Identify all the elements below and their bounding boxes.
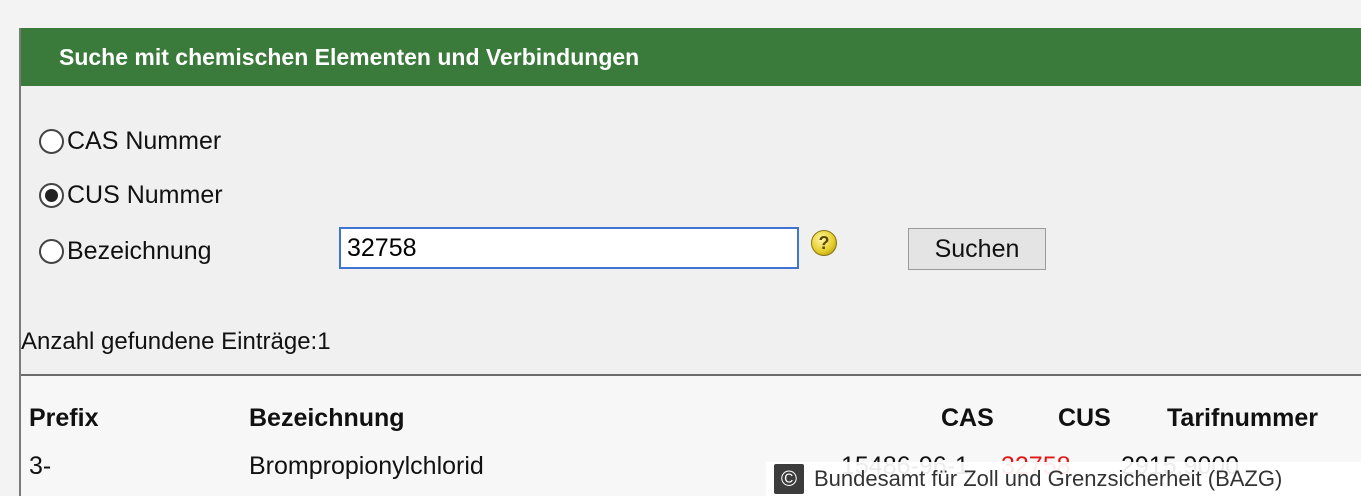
result-count: Anzahl gefundene Einträge:1 (21, 328, 331, 355)
radio-icon[interactable] (39, 238, 64, 264)
search-button[interactable]: Suchen (908, 228, 1046, 270)
table-cell-prefix: 3- (29, 452, 52, 480)
radio-label-cas: CAS Nummer (67, 126, 222, 155)
radio-option-bezeichnung[interactable]: Bezeichnung (39, 234, 212, 268)
column-header-cas: CAS (941, 404, 994, 432)
radio-icon[interactable] (39, 128, 64, 154)
help-icon[interactable]: ? (811, 230, 837, 256)
radio-label-bezeichnung: Bezeichnung (67, 236, 212, 265)
column-header-cus: CUS (1058, 404, 1111, 432)
column-header-prefix: Prefix (29, 404, 99, 432)
search-panel: Suche mit chemischen Elementen und Verbi… (19, 28, 1361, 496)
copyright-badge: © Bundesamt für Zoll und Grenzsicherheit… (766, 462, 1361, 496)
table-cell-bezeichnung[interactable]: Brompropionylchlorid (249, 452, 484, 481)
copyright-text: Bundesamt für Zoll und Grenzsicherheit (… (814, 466, 1283, 491)
panel-title: Suche mit chemischen Elementen und Verbi… (21, 28, 1361, 86)
copyright-icon: © (774, 464, 804, 494)
column-header-tarifnummer: Tarifnummer (1167, 404, 1318, 432)
radio-icon[interactable] (39, 182, 64, 208)
search-input[interactable] (339, 227, 799, 269)
radio-option-cas[interactable]: CAS Nummer (39, 124, 221, 158)
radio-label-cus: CUS Nummer (67, 180, 223, 209)
radio-option-cus[interactable]: CUS Nummer (39, 178, 223, 212)
column-header-bezeichnung: Bezeichnung (249, 404, 405, 432)
